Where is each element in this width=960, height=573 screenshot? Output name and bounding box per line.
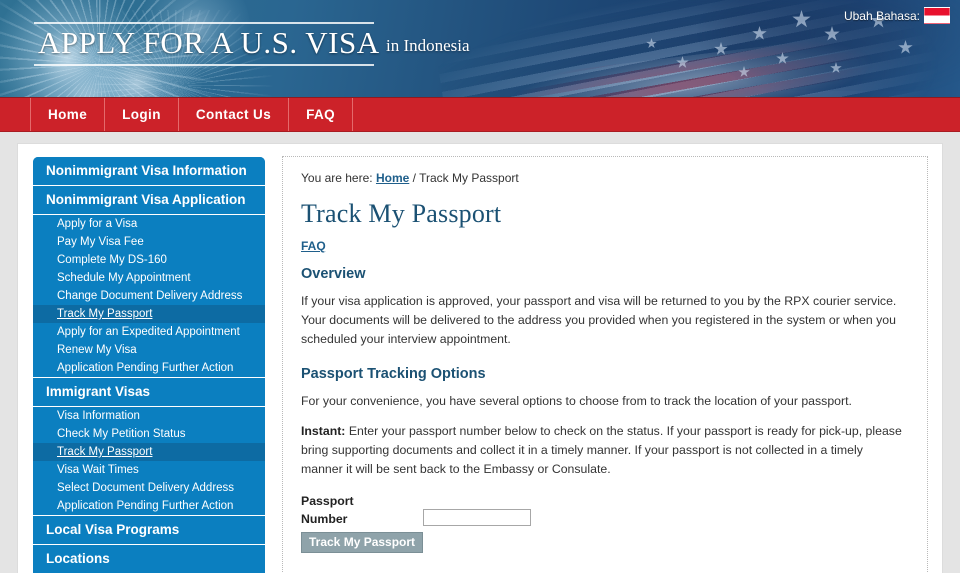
passport-number-label: Passport Number [301, 493, 397, 529]
nav-item-contact-us[interactable]: Contact Us [179, 98, 290, 131]
breadcrumb-current: Track My Passport [419, 171, 519, 185]
sidebar-sublist-nonimmigrant: Apply for a Visa Pay My Visa Fee Complet… [33, 215, 265, 378]
faq-link[interactable]: FAQ [301, 239, 326, 253]
passport-tracking-form: Passport Number Track My Passport [301, 493, 905, 553]
sidebar-item-check-my-petition-status[interactable]: Check My Petition Status [33, 425, 265, 443]
sidebar-item-renew-my-visa[interactable]: Renew My Visa [33, 341, 265, 359]
site-title-block: APPLY FOR A U.S. VISA [34, 22, 380, 66]
instant-text: Enter your passport number below to chec… [301, 424, 902, 477]
sidebar-item-application-pending-further-action-immigrant[interactable]: Application Pending Further Action [33, 497, 265, 515]
breadcrumb-prefix: You are here: [301, 171, 373, 185]
site-subtitle: in Indonesia [386, 36, 470, 55]
sidebar-item-visa-wait-times[interactable]: Visa Wait Times [33, 461, 265, 479]
passport-number-label-line2: Number [301, 512, 348, 527]
nav-item-login[interactable]: Login [105, 98, 179, 131]
overview-heading: Overview [301, 266, 366, 282]
form-left-column: Passport Number Track My Passport [301, 493, 424, 553]
instant-paragraph: Instant: Enter your passport number belo… [301, 422, 905, 479]
content-shell: Nonimmigrant Visa Information Nonimmigra… [18, 144, 942, 573]
main-content: You are here: Home / Track My Passport T… [282, 156, 928, 573]
sidebar-section-immigrant-visas[interactable]: Immigrant Visas [33, 378, 265, 407]
sidebar-item-schedule-my-appointment[interactable]: Schedule My Appointment [33, 269, 265, 287]
sidebar-item-complete-my-ds-160[interactable]: Complete My DS-160 [33, 251, 265, 269]
sidebar-item-application-pending-further-action-nonimmigrant[interactable]: Application Pending Further Action [33, 359, 265, 377]
sidebar-item-visa-information[interactable]: Visa Information [33, 407, 265, 425]
site-title: APPLY FOR A U.S. VISA [38, 25, 380, 60]
sidebar-item-select-document-delivery-address[interactable]: Select Document Delivery Address [33, 479, 265, 497]
breadcrumb: You are here: Home / Track My Passport [301, 171, 905, 185]
indonesia-flag-icon[interactable] [924, 7, 950, 24]
sidebar-item-track-my-passport-immigrant[interactable]: Track My Passport [33, 443, 265, 461]
language-switcher-label: Ubah Bahasa: [843, 8, 920, 23]
sidebar-item-change-document-delivery-address[interactable]: Change Document Delivery Address [33, 287, 265, 305]
sidebar-item-pay-my-visa-fee[interactable]: Pay My Visa Fee [33, 233, 265, 251]
language-switcher[interactable]: Ubah Bahasa: [844, 7, 950, 24]
main-navigation: Home Login Contact Us FAQ [0, 97, 960, 132]
sidebar-section-locations[interactable]: Locations [33, 545, 265, 573]
options-text: For your convenience, you have several o… [301, 394, 852, 409]
passport-tracking-options-heading: Passport Tracking Options [301, 366, 486, 383]
sidebar-navigation: Nonimmigrant Visa Information Nonimmigra… [32, 156, 266, 573]
sidebar-sublist-immigrant: Visa Information Check My Petition Statu… [33, 407, 265, 516]
site-banner: APPLY FOR A U.S. VISA in Indonesia Ubah … [0, 0, 960, 97]
sidebar-section-nonimmigrant-visa-information[interactable]: Nonimmigrant Visa Information [33, 157, 265, 186]
passport-number-input[interactable] [423, 509, 532, 527]
page-body: Nonimmigrant Visa Information Nonimmigra… [0, 132, 960, 573]
sidebar-section-local-visa-programs[interactable]: Local Visa Programs [33, 516, 265, 545]
overview-text: If your visa application is approved, yo… [301, 294, 897, 347]
sidebar-item-apply-for-an-expedited-appointment[interactable]: Apply for an Expedited Appointment [33, 323, 265, 341]
breadcrumb-link-home[interactable]: Home [376, 171, 409, 185]
nav-item-home[interactable]: Home [30, 98, 106, 131]
title-rule-bottom [34, 64, 374, 66]
passport-number-label-line1: Passport [301, 494, 354, 509]
sidebar-item-apply-for-a-visa[interactable]: Apply for a Visa [33, 215, 265, 233]
sidebar-section-nonimmigrant-visa-application[interactable]: Nonimmigrant Visa Application [33, 186, 265, 215]
track-my-passport-button[interactable]: Track My Passport [301, 531, 424, 553]
sidebar-item-track-my-passport-nonimmigrant[interactable]: Track My Passport [33, 305, 265, 323]
breadcrumb-separator: / [412, 171, 416, 185]
page-title: Track My Passport [301, 199, 502, 228]
nav-item-faq[interactable]: FAQ [289, 98, 354, 131]
instant-label: Instant: [301, 424, 346, 439]
